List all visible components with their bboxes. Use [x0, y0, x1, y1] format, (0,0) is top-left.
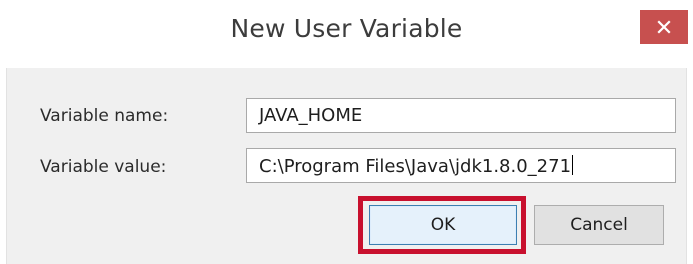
variable-name-field[interactable]: JAVA_HOME — [246, 98, 676, 133]
variable-name-value: JAVA_HOME — [259, 105, 363, 126]
ok-highlight-box — [358, 196, 526, 254]
variable-value-text: C:\Program Files\Java\jdk1.8.0_271 — [259, 156, 572, 177]
variable-name-label: Variable name: — [40, 106, 169, 126]
close-icon — [657, 20, 671, 34]
cancel-button[interactable]: Cancel — [534, 205, 664, 245]
variable-value-field[interactable]: C:\Program Files\Java\jdk1.8.0_271 — [246, 148, 676, 183]
title-bar: New User Variable — [0, 0, 693, 68]
dialog-title: New User Variable — [230, 14, 463, 43]
dialog-body: Variable name: JAVA_HOME Variable value:… — [6, 68, 687, 264]
variable-value-label: Variable value: — [40, 157, 167, 177]
close-button[interactable] — [640, 10, 688, 44]
text-caret — [572, 155, 574, 175]
